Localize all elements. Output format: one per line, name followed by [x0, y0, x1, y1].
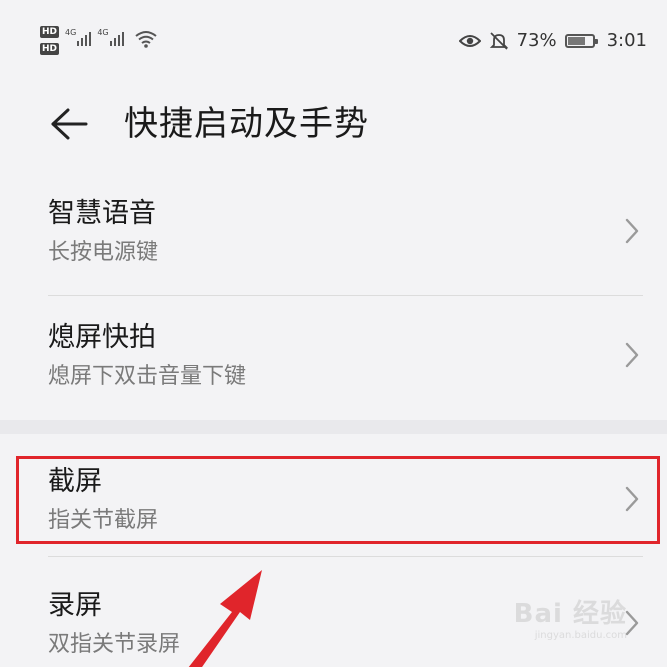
battery-percent: 73%: [516, 30, 557, 51]
settings-item-screen-off-snapshot[interactable]: 熄屏快拍 熄屏下双击音量下键: [0, 314, 667, 424]
page-title: 快捷启动及手势: [124, 104, 369, 144]
screen: HD HD 4G 4G 73% 3:01 快捷启动及手势 智慧语音 长按电源键 …: [0, 0, 667, 667]
divider: [48, 295, 643, 296]
chevron-right-icon: [625, 218, 639, 244]
item-subtitle: 长按电源键: [48, 240, 159, 265]
status-bar: HD HD 4G 4G 73% 3:01: [0, 0, 667, 88]
section-separator: [0, 420, 667, 434]
watermark: Bai 经验 jingyan.baidu.com: [514, 593, 627, 641]
clock: 3:01: [606, 30, 647, 51]
bell-muted-icon: [489, 31, 508, 50]
wifi-icon: [134, 31, 157, 48]
hd-badge-1: HD: [40, 26, 60, 38]
page-header: 快捷启动及手势: [0, 96, 667, 156]
item-title: 录屏: [48, 590, 102, 621]
chevron-right-icon: [625, 486, 639, 512]
battery-level-fill: [567, 36, 586, 45]
watermark-logo: Bai 经验: [513, 599, 627, 629]
item-title: 截屏: [48, 466, 102, 497]
network-type-label: 4G: [65, 28, 77, 37]
battery-icon: [564, 33, 598, 48]
signal-1: 4G: [65, 28, 92, 46]
hd-badge-2: HD: [40, 43, 60, 55]
item-subtitle: 指关节截屏: [48, 508, 159, 533]
item-subtitle: 熄屏下双击音量下键: [48, 364, 247, 389]
settings-item-smart-voice[interactable]: 智慧语音 长按电源键: [0, 190, 667, 300]
item-title: 智慧语音: [48, 198, 156, 229]
status-bar-right: 73% 3:01: [458, 30, 647, 51]
watermark-url: jingyan.baidu.com: [534, 630, 627, 641]
signal-bars-icon: [109, 28, 124, 46]
eye-comfort-icon: [458, 34, 481, 47]
volte-badges: HD HD: [40, 26, 60, 55]
status-bar-left: HD HD 4G 4G: [40, 26, 158, 55]
item-title: 熄屏快拍: [48, 322, 156, 353]
arrow-left-icon[interactable]: [48, 106, 88, 142]
signal-bars-icon: [77, 28, 92, 46]
chevron-right-icon: [625, 610, 639, 636]
item-subtitle: 双指关节录屏: [48, 632, 181, 657]
network-type-label: 4G: [97, 28, 109, 37]
divider: [48, 556, 643, 557]
chevron-right-icon: [625, 342, 639, 368]
settings-item-screenshot[interactable]: 截屏 指关节截屏: [0, 458, 667, 568]
signal-2: 4G: [97, 28, 124, 46]
